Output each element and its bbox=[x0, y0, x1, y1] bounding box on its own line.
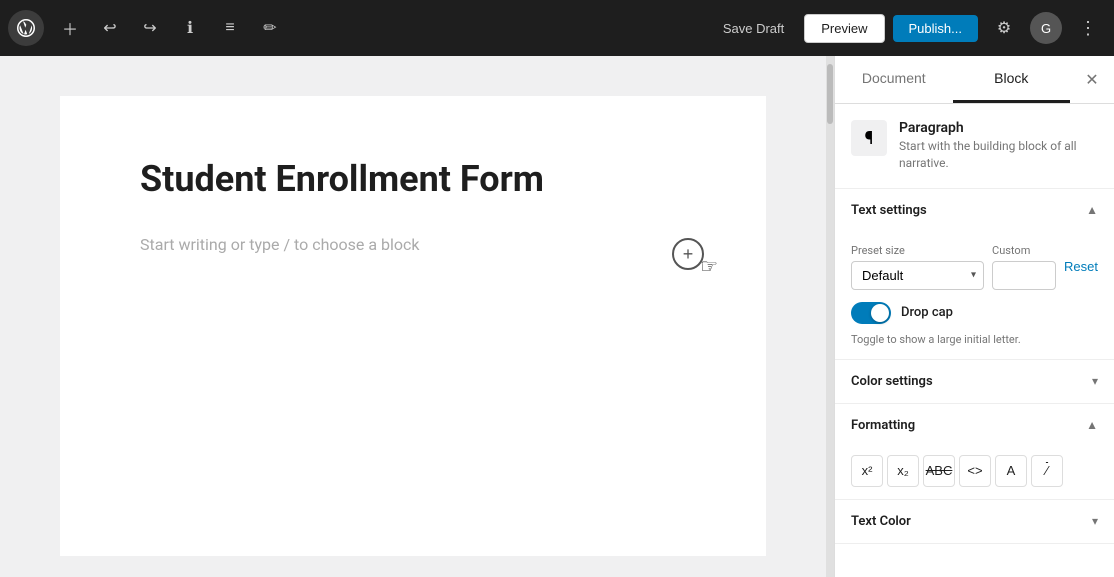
reset-size-button[interactable]: Reset bbox=[1064, 253, 1098, 280]
keyboard-shortcut-button[interactable]: A bbox=[995, 455, 1027, 487]
add-block-circle: + bbox=[672, 238, 704, 270]
preset-size-row: Preset size Default Small Medium Large E… bbox=[851, 244, 1098, 290]
reset-col: Reset bbox=[1064, 253, 1098, 280]
preview-button[interactable]: Preview bbox=[804, 14, 884, 43]
text-settings-chevron-icon: ▲ bbox=[1086, 203, 1098, 217]
edit-button[interactable]: ✏ bbox=[252, 10, 288, 46]
custom-size-input[interactable] bbox=[992, 261, 1056, 290]
strikethrough-icon: ABC bbox=[926, 463, 953, 478]
publish-button[interactable]: Publish... bbox=[893, 15, 978, 42]
page-title: Student Enrollment Form bbox=[140, 156, 686, 203]
sidebar-tabs: Document Block ✕ bbox=[835, 56, 1114, 104]
block-name: Paragraph bbox=[899, 120, 1098, 136]
formatting-icons-group: x² x₂ ABC <> A ∕ bbox=[835, 447, 1114, 499]
preset-col: Preset size Default Small Medium Large E… bbox=[851, 244, 984, 290]
info-button[interactable]: ℹ bbox=[172, 10, 208, 46]
preset-size-label: Preset size bbox=[851, 244, 984, 257]
redo-icon: ↪ bbox=[143, 18, 156, 38]
add-block-toolbar-button[interactable]: ＋ bbox=[52, 10, 88, 46]
formatting-title: Formatting bbox=[851, 418, 915, 433]
text-settings-section: Text settings ▲ Preset size Default Smal… bbox=[835, 189, 1114, 360]
more-options-button[interactable]: ⋮ bbox=[1070, 10, 1106, 46]
main-area: Student Enrollment Form Start writing or… bbox=[0, 56, 1114, 577]
add-block-inline-button[interactable]: + bbox=[670, 236, 706, 272]
block-description: Start with the building block of all nar… bbox=[899, 138, 1098, 172]
avatar-letter: G bbox=[1041, 21, 1051, 36]
text-settings-header[interactable]: Text settings ▲ bbox=[835, 189, 1114, 232]
subscript-button[interactable]: x₂ bbox=[887, 455, 919, 487]
overline-icon: ∕ bbox=[1046, 463, 1048, 478]
settings-button[interactable]: ⚙ bbox=[986, 10, 1022, 46]
ellipsis-icon: ⋮ bbox=[1079, 18, 1097, 39]
editor-scrollbar[interactable] bbox=[826, 56, 834, 577]
formatting-header[interactable]: Formatting ▲ bbox=[835, 404, 1114, 447]
wordpress-logo[interactable] bbox=[8, 10, 44, 46]
right-sidebar: Document Block ✕ ¶ Paragraph Start with … bbox=[834, 56, 1114, 577]
formatting-chevron-icon: ▲ bbox=[1086, 418, 1098, 432]
drop-cap-toggle[interactable] bbox=[851, 302, 891, 324]
color-settings-title: Color settings bbox=[851, 374, 933, 389]
scrollbar-thumb bbox=[827, 64, 833, 124]
overline-button[interactable]: ∕ bbox=[1031, 455, 1063, 487]
user-avatar-button[interactable]: G bbox=[1030, 12, 1062, 44]
paragraph-icon: ¶ bbox=[865, 128, 874, 149]
superscript-icon: x² bbox=[862, 463, 873, 478]
undo-button[interactable]: ↩ bbox=[92, 10, 128, 46]
text-color-header[interactable]: Text Color ▾ bbox=[835, 500, 1114, 543]
info-icon: ℹ bbox=[187, 18, 193, 38]
editor-inner: Student Enrollment Form Start writing or… bbox=[0, 56, 826, 577]
redo-button[interactable]: ↪ bbox=[132, 10, 168, 46]
code-icon: <> bbox=[967, 463, 982, 478]
close-sidebar-button[interactable]: ✕ bbox=[1074, 62, 1110, 98]
placeholder-paragraph[interactable]: Start writing or type / to choose a bloc… bbox=[140, 235, 686, 254]
inline-code-button[interactable]: <> bbox=[959, 455, 991, 487]
strikethrough-button[interactable]: ABC bbox=[923, 455, 955, 487]
drop-cap-description: Toggle to show a large initial letter. bbox=[851, 332, 1098, 347]
toggle-knob bbox=[871, 304, 889, 322]
text-color-section: Text Color ▾ bbox=[835, 500, 1114, 544]
text-color-chevron-icon: ▾ bbox=[1092, 514, 1098, 528]
drop-cap-label: Drop cap bbox=[901, 305, 953, 320]
editor-area[interactable]: Student Enrollment Form Start writing or… bbox=[0, 56, 826, 577]
close-icon: ✕ bbox=[1085, 70, 1098, 90]
custom-size-label: Custom bbox=[992, 244, 1056, 257]
save-draft-button[interactable]: Save Draft bbox=[711, 15, 796, 42]
pencil-icon: ✏ bbox=[263, 18, 276, 38]
tab-block[interactable]: Block bbox=[953, 56, 1071, 103]
tab-document[interactable]: Document bbox=[835, 56, 953, 103]
block-info: ¶ Paragraph Start with the building bloc… bbox=[835, 104, 1114, 189]
undo-icon: ↩ bbox=[103, 18, 116, 38]
main-toolbar: ＋ ↩ ↪ ℹ ≡ ✏ Save Draft Preview Publish..… bbox=[0, 0, 1114, 56]
drop-cap-row: Drop cap bbox=[851, 302, 1098, 324]
text-settings-title: Text settings bbox=[851, 203, 927, 218]
preset-select-wrap: Default Small Medium Large Extra Large ▾ bbox=[851, 261, 984, 290]
toolbar-right: Save Draft Preview Publish... ⚙ G ⋮ bbox=[711, 10, 1106, 46]
keyboard-icon: A bbox=[1007, 463, 1016, 478]
color-settings-header[interactable]: Color settings ▾ bbox=[835, 360, 1114, 403]
formatting-section: Formatting ▲ x² x₂ ABC <> A bbox=[835, 404, 1114, 500]
block-info-text: Paragraph Start with the building block … bbox=[899, 120, 1098, 172]
preset-size-select[interactable]: Default Small Medium Large Extra Large bbox=[851, 261, 984, 290]
color-settings-section: Color settings ▾ bbox=[835, 360, 1114, 404]
plus-icon: ＋ bbox=[62, 16, 78, 40]
list-icon: ≡ bbox=[225, 19, 234, 37]
gear-icon: ⚙ bbox=[997, 18, 1011, 38]
superscript-button[interactable]: x² bbox=[851, 455, 883, 487]
text-settings-body: Preset size Default Small Medium Large E… bbox=[835, 232, 1114, 359]
custom-col: Custom bbox=[992, 244, 1056, 290]
editor-page[interactable]: Student Enrollment Form Start writing or… bbox=[60, 96, 766, 556]
text-color-title: Text Color bbox=[851, 514, 911, 529]
paragraph-block-icon: ¶ bbox=[851, 120, 887, 156]
subscript-icon: x₂ bbox=[897, 463, 909, 478]
list-view-button[interactable]: ≡ bbox=[212, 10, 248, 46]
color-settings-chevron-icon: ▾ bbox=[1092, 374, 1098, 388]
